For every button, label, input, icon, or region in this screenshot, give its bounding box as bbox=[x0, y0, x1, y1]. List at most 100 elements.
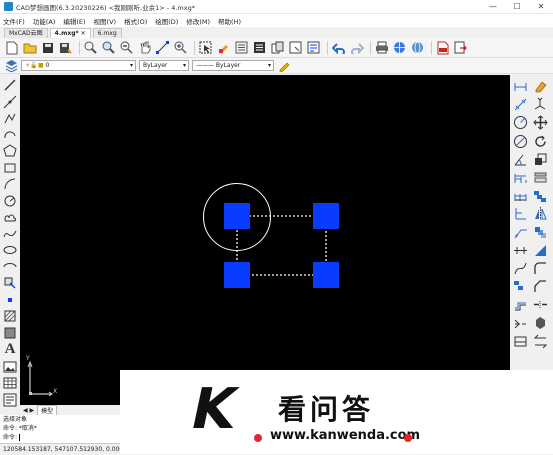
fillet-icon[interactable] bbox=[532, 260, 549, 277]
circle-icon[interactable] bbox=[2, 194, 18, 208]
tab-6-mxg[interactable]: 6.mxg bbox=[92, 28, 122, 38]
image-frame-icon[interactable] bbox=[288, 40, 303, 55]
polygon-icon[interactable] bbox=[2, 128, 18, 142]
menu-draw[interactable]: 绘图(D) bbox=[155, 16, 178, 26]
dim-linear-icon[interactable] bbox=[512, 78, 529, 95]
command-input[interactable]: 命令: bbox=[3, 433, 120, 442]
insert-block-icon[interactable] bbox=[2, 276, 18, 290]
export-icon[interactable] bbox=[453, 40, 468, 55]
minimize-button[interactable]: — bbox=[481, 0, 505, 14]
maximize-button[interactable]: ☐ bbox=[505, 0, 529, 14]
spline-icon[interactable] bbox=[2, 227, 18, 241]
close-button[interactable]: ✕ bbox=[529, 0, 553, 14]
list-icon[interactable] bbox=[252, 40, 267, 55]
line-icon[interactable] bbox=[155, 40, 170, 55]
tab-cloud[interactable]: MxCAD云图 bbox=[4, 28, 48, 38]
grip-top-left[interactable] bbox=[224, 203, 250, 229]
menu-file[interactable]: 文件(F) bbox=[3, 16, 25, 26]
center-mark-icon[interactable] bbox=[512, 260, 529, 277]
explode-icon[interactable] bbox=[532, 333, 549, 350]
chamfer-icon[interactable] bbox=[532, 278, 549, 295]
menu-function[interactable]: 功能(A) bbox=[33, 16, 56, 26]
gradient-icon[interactable] bbox=[2, 326, 18, 340]
color-select[interactable]: ByLayer ▾ bbox=[139, 60, 189, 71]
menu-modify[interactable]: 修改(M) bbox=[186, 16, 210, 26]
image-icon[interactable] bbox=[2, 360, 18, 374]
copy-icon[interactable] bbox=[532, 96, 549, 113]
text-icon[interactable]: A bbox=[2, 342, 18, 357]
web-icon[interactable] bbox=[392, 40, 407, 55]
array-icon[interactable] bbox=[532, 242, 549, 259]
drawing-canvas[interactable]: Y X bbox=[20, 75, 510, 405]
hatch-icon[interactable] bbox=[2, 309, 18, 323]
tab-model[interactable]: 模型 bbox=[37, 404, 58, 416]
zoom-in-icon[interactable] bbox=[173, 40, 188, 55]
menu-help[interactable]: 帮助(H) bbox=[218, 16, 241, 26]
leader-icon[interactable] bbox=[512, 224, 529, 241]
rotate-icon[interactable] bbox=[532, 133, 549, 150]
dim-edit-icon[interactable] bbox=[512, 278, 529, 295]
grip-bottom-right[interactable] bbox=[313, 262, 339, 288]
dim-baseline-icon[interactable] bbox=[512, 169, 529, 186]
match-prop-icon[interactable] bbox=[216, 40, 231, 55]
mtext-icon[interactable] bbox=[2, 393, 18, 407]
menu-format[interactable]: 格式(O) bbox=[124, 16, 147, 26]
polyline-icon[interactable] bbox=[2, 111, 18, 125]
linetype-select[interactable]: ——— ByLayer ▾ bbox=[192, 60, 274, 71]
open-icon[interactable] bbox=[22, 40, 37, 55]
dim-aligned-icon[interactable] bbox=[512, 96, 529, 113]
block-icon[interactable] bbox=[270, 40, 285, 55]
scale-icon[interactable] bbox=[532, 151, 549, 168]
eraser-icon[interactable] bbox=[532, 78, 549, 95]
revcloud-icon[interactable] bbox=[2, 210, 18, 224]
grip-bottom-left[interactable] bbox=[224, 262, 250, 288]
dim-style-icon[interactable] bbox=[512, 314, 529, 331]
menu-view[interactable]: 视图(V) bbox=[94, 16, 117, 26]
pan-icon[interactable] bbox=[137, 40, 152, 55]
zoom-window-icon[interactable] bbox=[83, 40, 98, 55]
dim-radius-icon[interactable] bbox=[512, 114, 529, 131]
join-icon[interactable] bbox=[532, 314, 549, 331]
tab-4-mxg[interactable]: 4.mxg* ✕ bbox=[49, 28, 91, 39]
construction-line-icon[interactable] bbox=[2, 95, 18, 109]
ellipse-arc-icon[interactable] bbox=[2, 260, 18, 274]
point-icon[interactable] bbox=[2, 293, 18, 307]
save-icon[interactable] bbox=[40, 40, 55, 55]
zoom-realtime-icon[interactable] bbox=[119, 40, 134, 55]
dim-ordinate-icon[interactable] bbox=[512, 205, 529, 222]
select-icon[interactable] bbox=[198, 40, 213, 55]
dim-diameter-icon[interactable] bbox=[512, 133, 529, 150]
mirror-icon[interactable] bbox=[532, 205, 549, 222]
line-icon[interactable] bbox=[2, 78, 18, 92]
dim-text-icon[interactable] bbox=[512, 333, 529, 350]
layout-nav-arrows[interactable]: ◀ ▶ bbox=[23, 407, 34, 414]
ellipse-icon[interactable] bbox=[2, 243, 18, 257]
new-icon[interactable] bbox=[4, 40, 19, 55]
pdf-icon[interactable] bbox=[435, 40, 450, 55]
pencil-icon[interactable] bbox=[277, 59, 291, 73]
dim-update-icon[interactable] bbox=[512, 296, 529, 313]
rectangle-icon[interactable] bbox=[2, 161, 18, 175]
globe-icon[interactable] bbox=[410, 40, 425, 55]
arc-icon[interactable] bbox=[2, 177, 18, 191]
saveas-icon[interactable] bbox=[58, 40, 73, 55]
print-icon[interactable] bbox=[374, 40, 389, 55]
tolerance-icon[interactable] bbox=[512, 242, 529, 259]
menu-edit[interactable]: 编辑(E) bbox=[63, 16, 85, 26]
properties-icon[interactable] bbox=[306, 40, 321, 55]
dim-angular-icon[interactable] bbox=[512, 151, 529, 168]
layer-select[interactable]: ☀🔓■ 0 ▾ bbox=[21, 60, 136, 71]
tab-close-icon[interactable]: ✕ bbox=[81, 29, 86, 39]
layer-manager-icon[interactable] bbox=[4, 59, 18, 73]
zoom-extents-icon[interactable] bbox=[101, 40, 116, 55]
trim-icon[interactable] bbox=[532, 187, 549, 204]
offset-icon[interactable] bbox=[532, 224, 549, 241]
grip-top-right[interactable] bbox=[313, 203, 339, 229]
redo-icon[interactable] bbox=[349, 40, 364, 55]
break-icon[interactable] bbox=[532, 296, 549, 313]
table-icon[interactable] bbox=[2, 376, 18, 390]
layer-icon[interactable] bbox=[234, 40, 249, 55]
dim-continue-icon[interactable] bbox=[512, 187, 529, 204]
stretch-icon[interactable] bbox=[532, 169, 549, 186]
undo-icon[interactable] bbox=[331, 40, 346, 55]
